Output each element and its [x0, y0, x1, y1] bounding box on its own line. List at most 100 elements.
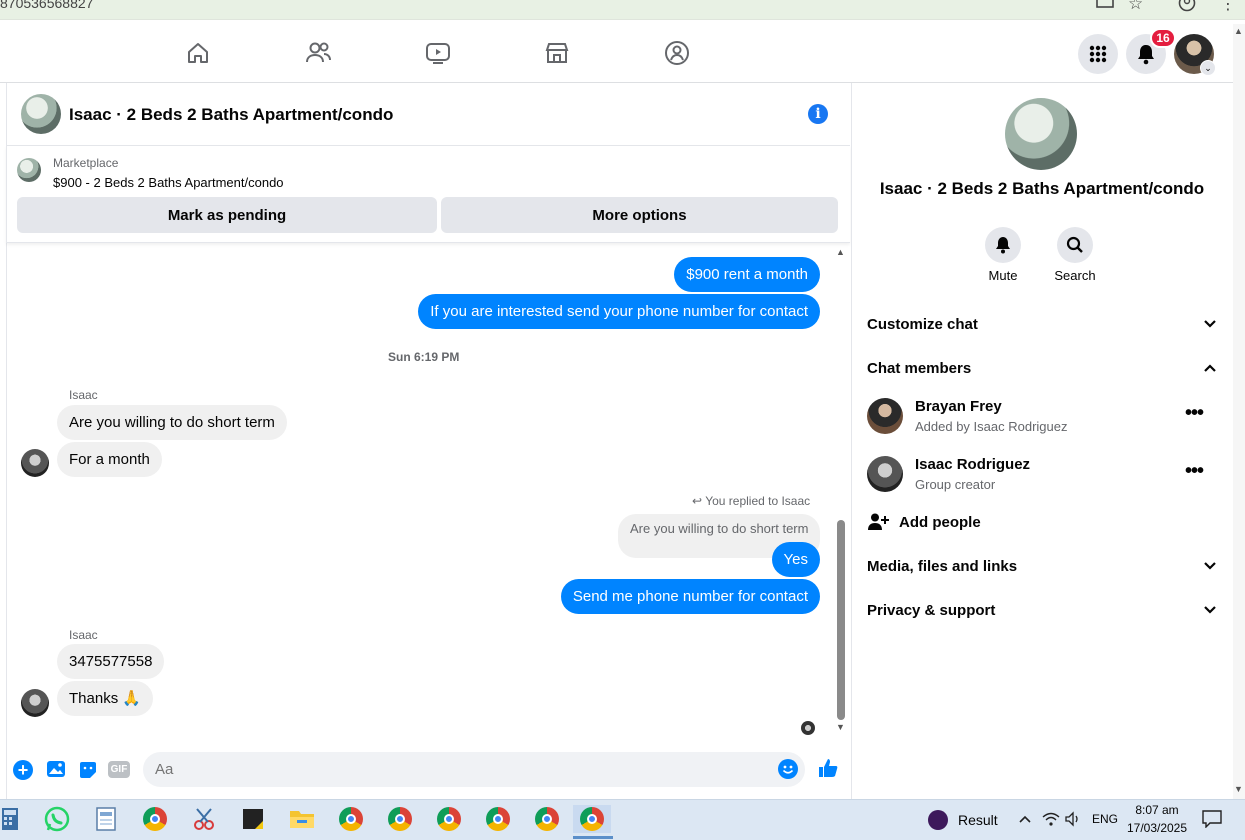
mute-label: Mute	[988, 268, 1018, 283]
message-outgoing[interactable]: $900 rent a month	[674, 257, 820, 292]
listing-thumbnail[interactable]	[17, 158, 41, 182]
scrollbar-thumb[interactable]	[837, 520, 845, 720]
chat-members-label: Chat members	[867, 359, 972, 377]
member-avatar[interactable]	[867, 398, 903, 434]
page-scroll-up-icon[interactable]: ▲	[1234, 26, 1243, 36]
media-files-label: Media, files and links	[867, 557, 1018, 575]
info-icon[interactable]: i	[808, 104, 828, 124]
group-avatar[interactable]	[1005, 98, 1077, 170]
add-people-row[interactable]: Add people	[867, 508, 1217, 536]
chevron-up-icon	[1203, 360, 1217, 377]
chevron-down-icon	[1203, 316, 1217, 333]
privacy-support-label: Privacy & support	[867, 601, 996, 619]
sticker-icon[interactable]	[78, 760, 98, 780]
chrome-active-icon[interactable]	[573, 805, 611, 833]
chrome-profile-icon[interactable]	[484, 805, 512, 833]
sticky-notes-icon[interactable]	[239, 805, 267, 833]
file-explorer-icon[interactable]	[288, 805, 316, 833]
notification-center-icon[interactable]	[1202, 810, 1222, 833]
media-files-row[interactable]: Media, files and links	[867, 546, 1217, 586]
chrome-profile-icon[interactable]	[386, 805, 414, 833]
search-icon	[1066, 236, 1083, 253]
emoji-icon[interactable]	[778, 759, 798, 779]
wifi-icon[interactable]	[1042, 811, 1060, 832]
chat-members-row[interactable]: Chat members	[867, 348, 1217, 388]
show-hidden-icons-chevron-icon[interactable]	[1018, 811, 1032, 829]
profile-icon[interactable]	[1178, 0, 1196, 12]
menu-grid-button[interactable]	[1078, 34, 1118, 74]
chrome-profile-icon[interactable]	[533, 805, 561, 833]
document-app-icon[interactable]	[92, 805, 120, 833]
page-scroll-down-icon[interactable]: ▼	[1234, 784, 1243, 794]
member-name: Brayan Frey	[915, 398, 1002, 415]
sender-avatar[interactable]	[21, 449, 49, 477]
customize-chat-row[interactable]: Customize chat	[867, 304, 1217, 344]
mark-as-pending-button[interactable]: Mark as pending	[17, 197, 437, 233]
message-incoming[interactable]: Thanks 🙏	[57, 681, 154, 716]
language-indicator[interactable]: ENG	[1092, 812, 1118, 826]
message-outgoing[interactable]: Send me phone number for contact	[560, 579, 820, 614]
add-action-icon[interactable]: +	[13, 760, 33, 780]
more-options-button[interactable]: More options	[441, 197, 838, 233]
chrome-profile-icon[interactable]	[435, 805, 463, 833]
message-outgoing[interactable]: Yes	[771, 542, 820, 577]
reply-indicator: ↩ You replied to Isaac	[692, 494, 810, 508]
reply-label: You replied to Isaac	[705, 494, 811, 508]
like-thumb-icon[interactable]	[817, 757, 839, 779]
sender-avatar[interactable]	[21, 689, 49, 717]
chat-scrollbar[interactable]: ▲ ▼	[836, 247, 846, 732]
chat-avatar[interactable]	[21, 94, 61, 134]
bell-icon	[996, 237, 1010, 254]
sender-name: Isaac	[69, 628, 98, 642]
chevron-down-icon	[1203, 558, 1217, 575]
install-app-icon[interactable]	[1096, 0, 1114, 10]
grid-icon	[1089, 45, 1107, 63]
bookmark-star-icon[interactable]: ☆	[1128, 0, 1143, 14]
browser-toolbar: 870536568827 ☆ ⋮	[0, 0, 1245, 20]
photo-icon[interactable]	[46, 760, 66, 778]
browser-menu-icon[interactable]: ⋮	[1220, 0, 1236, 14]
member-avatar[interactable]	[867, 456, 903, 492]
volume-icon[interactable]	[1064, 811, 1082, 832]
message-timestamp: Sun 6:19 PM	[388, 350, 460, 364]
account-chevron-icon[interactable]: ⌄	[1200, 60, 1216, 76]
result-widget[interactable]: Result	[928, 808, 998, 832]
message-incoming[interactable]: 3475577558	[57, 644, 165, 679]
member-row[interactable]: Brayan Frey Added by Isaac Rodriguez •••	[867, 390, 1217, 442]
address-bar-text[interactable]: 870536568827	[0, 0, 93, 11]
more-dots-icon[interactable]: •••	[1185, 402, 1204, 425]
groups-icon[interactable]	[647, 24, 707, 82]
search-button[interactable]	[1057, 227, 1093, 263]
scroll-down-arrow-icon[interactable]: ▼	[836, 722, 845, 732]
message-input[interactable]	[143, 752, 805, 787]
clock-date[interactable]: 17/03/2025	[1124, 821, 1190, 835]
add-person-icon	[867, 512, 889, 532]
member-subtitle: Group creator	[915, 477, 996, 492]
mute-button[interactable]	[985, 227, 1021, 263]
marketplace-icon[interactable]	[527, 24, 587, 82]
member-row[interactable]: Isaac Rodriguez Group creator •••	[867, 448, 1217, 500]
chevron-down-icon	[1203, 602, 1217, 619]
scroll-up-arrow-icon[interactable]: ▲	[836, 247, 845, 257]
whatsapp-icon[interactable]	[43, 805, 71, 833]
message-incoming[interactable]: For a month	[57, 442, 162, 477]
chat-title[interactable]: Isaac · 2 Beds 2 Baths Apartment/condo	[69, 105, 393, 125]
page-scrollbar[interactable]: ▲ ▼	[1233, 24, 1245, 799]
message-outgoing[interactable]: If you are interested send your phone nu…	[418, 294, 820, 329]
gif-icon[interactable]: GIF	[108, 761, 130, 778]
snipping-tool-icon[interactable]	[190, 805, 218, 833]
chrome-icon[interactable]	[141, 805, 169, 833]
clock-time[interactable]: 8:07 am	[1128, 803, 1186, 817]
calculator-icon[interactable]	[0, 805, 24, 833]
home-icon[interactable]	[168, 24, 228, 82]
search-label: Search	[1054, 268, 1096, 283]
customize-chat-label: Customize chat	[867, 315, 978, 333]
more-dots-icon[interactable]: •••	[1185, 460, 1204, 483]
video-icon[interactable]	[408, 24, 468, 82]
message-incoming[interactable]: Are you willing to do short term	[57, 405, 287, 440]
friends-icon[interactable]	[288, 24, 348, 82]
listing-title[interactable]: $900 - 2 Beds 2 Baths Apartment/condo	[53, 175, 284, 190]
facebook-navbar: ⌄	[0, 24, 1233, 83]
chrome-profile-icon[interactable]	[337, 805, 365, 833]
privacy-support-row[interactable]: Privacy & support	[867, 590, 1217, 630]
